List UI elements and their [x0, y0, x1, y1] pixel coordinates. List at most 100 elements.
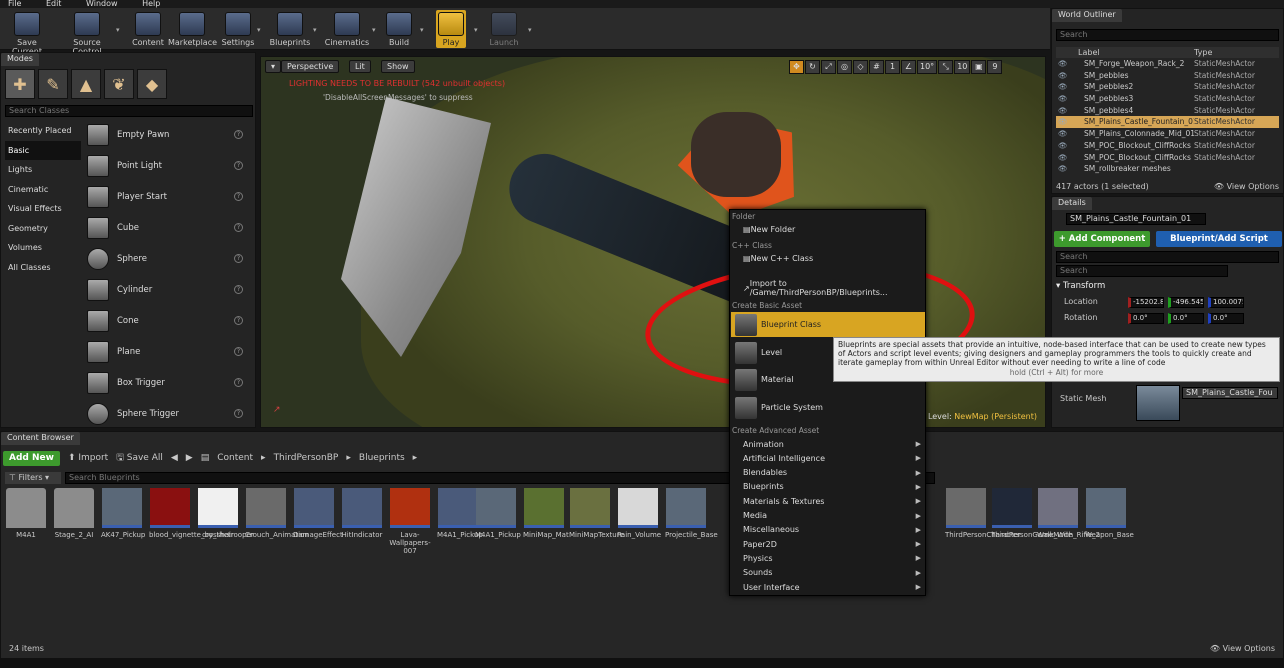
eye-icon[interactable]: 👁	[1056, 128, 1084, 140]
camera-speed-icon[interactable]: ▣	[971, 60, 987, 74]
cb-view-options-button[interactable]: 👁 View Options	[1210, 644, 1275, 653]
search-classes-input[interactable]: Search Classes	[5, 105, 253, 117]
place-mode-icon[interactable]: ✚	[5, 69, 35, 99]
help-icon[interactable]: ?	[234, 254, 243, 263]
asset-tile[interactable]: Lava-Wallpapers-007	[389, 488, 431, 555]
eye-icon[interactable]: 👁	[1056, 93, 1084, 105]
placeable-item[interactable]: Cylinder?	[83, 274, 253, 305]
asset-tile[interactable]: Weapon_Base	[1085, 488, 1134, 539]
content-browser-tab[interactable]: Content Browser	[1, 432, 80, 445]
help-icon[interactable]: ?	[234, 409, 243, 418]
play-button[interactable]: Play	[436, 10, 466, 48]
location-y[interactable]: -496.5458	[1168, 296, 1204, 308]
category-basic[interactable]: Basic	[5, 140, 81, 160]
static-mesh-dropdown[interactable]: SM_Plains_Castle_Fou	[1182, 387, 1278, 399]
rotation-z[interactable]: 0.0°	[1208, 312, 1244, 324]
adv-blueprints-item[interactable]: Blueprints ▶	[731, 480, 925, 494]
new-folder-item[interactable]: ▤ New Folder	[731, 222, 925, 236]
eye-icon[interactable]: 👁	[1056, 140, 1084, 152]
content-button[interactable]: Content	[128, 10, 168, 48]
perspective-button[interactable]: Perspective	[281, 60, 340, 73]
viewport-options-icon[interactable]: ▾	[265, 60, 282, 73]
asset-tile[interactable]: ThirdPersonCharacter	[945, 488, 1021, 539]
location-x[interactable]: -15202.8	[1128, 296, 1164, 308]
add-component-button[interactable]: + Add Component	[1054, 231, 1150, 247]
marketplace-button[interactable]: Marketplace	[168, 10, 217, 48]
placeable-item[interactable]: Empty Pawn?	[83, 119, 253, 150]
asset-tile[interactable]: MiniMapTexture	[569, 488, 624, 539]
source-control-button[interactable]: Source Control	[58, 10, 116, 56]
outliner-row[interactable]: 👁 SM_rollbreaker meshes	[1056, 163, 1279, 175]
eye-icon[interactable]: 👁	[1056, 152, 1084, 164]
chevron-down-icon[interactable]: ▾	[116, 26, 120, 34]
help-icon[interactable]: ?	[234, 192, 243, 201]
chevron-down-icon[interactable]: ▾	[313, 26, 317, 34]
details-search-input[interactable]: Search	[1056, 251, 1279, 263]
placeable-item[interactable]: Sphere?	[83, 243, 253, 274]
eye-icon[interactable]: 👁	[1056, 81, 1084, 93]
grid-snap-icon[interactable]: #	[869, 60, 884, 74]
outliner-search-input[interactable]: Search	[1056, 29, 1279, 41]
save-all-button[interactable]: 🖫 Save All	[116, 450, 163, 466]
lit-button[interactable]: Lit	[349, 60, 371, 73]
category-visual-effects[interactable]: Visual Effects	[5, 199, 81, 219]
chevron-down-icon[interactable]: ▾	[257, 26, 261, 34]
chevron-down-icon[interactable]: ▾	[372, 26, 376, 34]
geometry-mode-icon[interactable]: ◆	[137, 69, 167, 99]
asset-tile[interactable]: M4A1	[5, 488, 47, 539]
help-icon[interactable]: ?	[234, 161, 243, 170]
eye-icon[interactable]: 👁	[1056, 163, 1084, 175]
asset-tile[interactable]: AK47_Pickup	[101, 488, 145, 539]
help-icon[interactable]: ?	[234, 285, 243, 294]
category-lights[interactable]: Lights	[5, 160, 81, 180]
adv-animation-item[interactable]: Animation ▶	[731, 437, 925, 451]
category-volumes[interactable]: Volumes	[5, 238, 81, 258]
outliner-row[interactable]: 👁 SM_pebbles StaticMeshActor	[1056, 70, 1279, 82]
placeable-item[interactable]: Plane?	[83, 336, 253, 367]
asset-tile[interactable]: Walk_With_Rifle_2	[1037, 488, 1100, 539]
import-item[interactable]: ↗ Import to /Game/ThirdPersonBP/Blueprin…	[731, 279, 925, 297]
camera-speed-value[interactable]: 9	[987, 60, 1003, 74]
placeable-item[interactable]: Cube?	[83, 212, 253, 243]
scale-icon[interactable]: ⤢	[821, 60, 836, 74]
asset-tile[interactable]: M4A1_Pickup	[475, 488, 521, 539]
eye-icon[interactable]: 👁	[1056, 105, 1084, 117]
outliner-row[interactable]: 👁 SM_pebbles2 StaticMeshActor	[1056, 81, 1279, 93]
outliner-row[interactable]: 👁 SM_Plains_Colonnade_Mid_01 StaticMeshAct…	[1056, 128, 1279, 140]
property-search-input[interactable]: Search	[1056, 265, 1228, 277]
outliner-row[interactable]: 👁 SM_pebbles4 StaticMeshActor	[1056, 105, 1279, 117]
menu-window[interactable]: Window	[86, 0, 118, 8]
adv-ui-item[interactable]: User Interface ▶	[731, 580, 925, 594]
asset-tile[interactable]: crosshair	[197, 488, 239, 539]
help-icon[interactable]: ?	[234, 223, 243, 232]
add-new-button[interactable]: Add New	[3, 450, 60, 466]
category-recently-placed[interactable]: Recently Placed	[5, 121, 81, 141]
eye-icon[interactable]: 👁	[1056, 70, 1084, 82]
launch-button[interactable]: Launch	[484, 10, 524, 48]
adv-physics-item[interactable]: Physics ▶	[731, 551, 925, 565]
transform-section[interactable]: ▾ Transform	[1056, 281, 1105, 291]
back-arrow-icon[interactable]: ◀	[171, 453, 178, 463]
settings-button[interactable]: Settings	[220, 10, 256, 48]
world-outliner-tab[interactable]: World Outliner	[1052, 9, 1122, 22]
paint-mode-icon[interactable]: ✎	[38, 69, 68, 99]
adv-misc-item[interactable]: Miscellaneous ▶	[731, 523, 925, 537]
category-all-classes[interactable]: All Classes	[5, 258, 81, 278]
adv-ai-item[interactable]: Artificial Intelligence ▶	[731, 451, 925, 465]
adv-paper2d-item[interactable]: Paper2D ▶	[731, 537, 925, 551]
selected-rock-mesh[interactable]	[691, 112, 781, 197]
landscape-mode-icon[interactable]: ▲	[71, 69, 101, 99]
rotation-y[interactable]: 0.0°	[1168, 312, 1204, 324]
actor-name-field[interactable]: SM_Plains_Castle_Fountain_01	[1066, 213, 1206, 225]
save-current-button[interactable]: Save Current	[2, 10, 52, 56]
type-column-header[interactable]: Type	[1194, 48, 1212, 57]
asset-tile[interactable]: M4A1_Pickup	[437, 488, 483, 539]
particle-system-item[interactable]: Particle System	[731, 395, 925, 420]
adv-sounds-item[interactable]: Sounds ▶	[731, 566, 925, 580]
asset-tile[interactable]: blood_vignette_by_thetrooper	[149, 488, 254, 539]
details-tab[interactable]: Details	[1052, 197, 1092, 210]
menu-edit[interactable]: Edit	[46, 0, 62, 8]
asset-tile[interactable]: Projectile_Base	[665, 488, 718, 539]
cinematics-button[interactable]: Cinematics	[324, 10, 370, 48]
category-cinematic[interactable]: Cinematic	[5, 180, 81, 200]
